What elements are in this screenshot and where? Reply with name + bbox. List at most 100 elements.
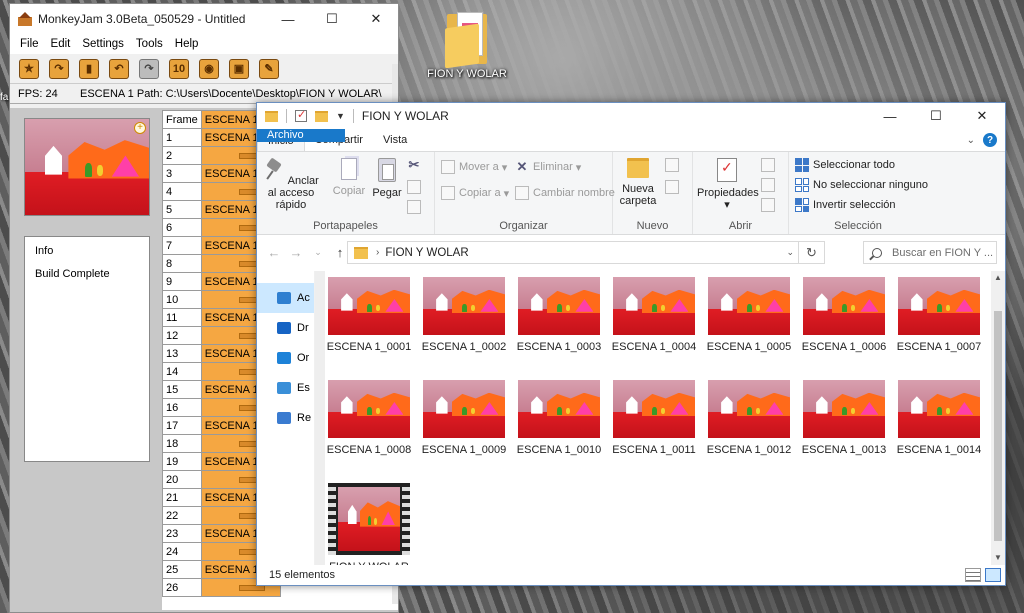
- select-all-button[interactable]: Seleccionar todo: [795, 158, 895, 172]
- minimize-button[interactable]: —: [867, 103, 913, 129]
- group-organizar: Mover a ▾ Copiar a ▾ ✕ Eliminar ▾ Cambiar…: [435, 152, 615, 234]
- refresh-icon[interactable]: ↻: [798, 242, 824, 263]
- status-line: FPS: 24 ESCENA 1 Path: C:\Users\Docente\…: [10, 84, 398, 104]
- paste-button[interactable]: Pegar: [369, 158, 405, 199]
- edit-button[interactable]: [761, 178, 779, 192]
- pin-quick-access-button[interactable]: Anclar al acceso rápido: [263, 158, 319, 211]
- history-button[interactable]: [761, 198, 779, 212]
- undo-button[interactable]: ↶: [106, 57, 132, 81]
- tab-vista[interactable]: Vista: [373, 129, 417, 151]
- easy-access-button[interactable]: [665, 180, 683, 194]
- nav-item[interactable]: Re: [257, 403, 314, 433]
- scroll-down-icon[interactable]: ▼: [991, 551, 1005, 565]
- save-button[interactable]: ▮: [76, 57, 102, 81]
- file-name: ESCENA 1_0006: [801, 341, 887, 353]
- file-item[interactable]: ESCENA 1_0001: [325, 277, 413, 354]
- nav-item[interactable]: Es: [257, 373, 314, 403]
- cut-button[interactable]: ✂: [407, 158, 425, 172]
- preview-thumbnail[interactable]: +: [24, 118, 150, 216]
- folder-icon: [354, 246, 368, 259]
- new-folder-button[interactable]: Nueva carpeta: [615, 158, 661, 207]
- file-item[interactable]: ESCENA 1_0012: [705, 380, 793, 457]
- menu-help[interactable]: Help: [169, 38, 205, 50]
- open-button[interactable]: ↷: [46, 57, 72, 81]
- chevron-down-icon[interactable]: ▼: [336, 111, 345, 121]
- delete-button[interactable]: ✕ Eliminar ▾: [515, 160, 582, 174]
- new-scene-button[interactable]: ✯: [16, 57, 42, 81]
- maximize-button[interactable]: ☐: [310, 4, 354, 34]
- file-item[interactable]: ESCENA 1_0009: [420, 380, 508, 457]
- image-thumbnail: [708, 380, 790, 438]
- search-input[interactable]: Buscar en FION Y ...: [863, 241, 997, 264]
- recent-chevron-icon[interactable]: ⌄: [307, 247, 329, 258]
- menu-edit[interactable]: Edit: [45, 38, 77, 50]
- menu-tools[interactable]: Tools: [130, 38, 169, 50]
- file-item[interactable]: ESCENA 1_0010: [515, 380, 603, 457]
- rename-button[interactable]: Cambiar nombre: [515, 186, 615, 200]
- breadcrumb-folder[interactable]: FION Y WOLAR: [385, 247, 468, 259]
- select-all-label: Seleccionar todo: [813, 159, 895, 171]
- maximize-button[interactable]: ☐: [913, 103, 959, 129]
- paste-shortcut-icon: [407, 200, 421, 214]
- frame-number: 24: [162, 542, 202, 561]
- open-button[interactable]: [761, 158, 779, 172]
- close-button[interactable]: ✕: [959, 103, 1005, 129]
- help-icon[interactable]: ?: [983, 133, 997, 147]
- select-none-button[interactable]: No seleccionar ninguno: [795, 178, 928, 192]
- new-folder-quick-icon[interactable]: [315, 110, 328, 122]
- back-arrow-icon[interactable]: ←: [263, 245, 285, 260]
- add-icon[interactable]: +: [134, 122, 146, 134]
- group-label-seleccion: Selección: [834, 220, 882, 232]
- dropbox-icon: [277, 322, 291, 334]
- file-item[interactable]: ESCENA 1_0008: [325, 380, 413, 457]
- file-item[interactable]: ESCENA 1_0007: [895, 277, 983, 354]
- large-icons-view-icon[interactable]: [985, 568, 1001, 582]
- stamp-button[interactable]: ▣: [226, 57, 252, 81]
- address-dropdown-icon[interactable]: ⌄: [786, 247, 794, 258]
- nav-pane-divider[interactable]: [315, 271, 325, 565]
- properties-quick-icon[interactable]: [295, 108, 307, 122]
- video-thumbnail: [328, 483, 410, 555]
- scroll-up-icon[interactable]: ▲: [991, 271, 1005, 285]
- file-item[interactable]: ESCENA 1_0002: [420, 277, 508, 354]
- forward-arrow-icon[interactable]: →: [285, 245, 307, 260]
- file-item[interactable]: ESCENA 1_0011: [610, 380, 698, 457]
- minimize-button[interactable]: —: [266, 4, 310, 34]
- paste-shortcut-button[interactable]: [407, 200, 425, 214]
- explorer-titlebar[interactable]: ▼ FION Y WOLAR — ☐ ✕: [257, 103, 1005, 129]
- frame-number: 25: [162, 560, 202, 579]
- file-item[interactable]: ESCENA 1_0004: [610, 277, 698, 354]
- nav-item[interactable]: Or: [257, 343, 314, 373]
- capture-button[interactable]: ◉: [196, 57, 222, 81]
- monkeyjam-titlebar[interactable]: MonkeyJam 3.0Beta_050529 - Untitled — ☐ …: [10, 4, 398, 34]
- desktop-folder-icon[interactable]: FION Y WOLAR: [424, 6, 510, 80]
- scrollbar-thumb[interactable]: [994, 311, 1002, 541]
- breadcrumb-chevron-icon[interactable]: ›: [376, 247, 379, 258]
- skip-10-button[interactable]: 10: [166, 57, 192, 81]
- copy-to-button[interactable]: Copiar a ▾: [441, 186, 509, 200]
- file-item[interactable]: ESCENA 1_0003: [515, 277, 603, 354]
- redo-button[interactable]: ↷: [136, 57, 162, 81]
- menu-file[interactable]: File: [14, 38, 45, 50]
- properties-button[interactable]: Propiedades▾: [697, 158, 759, 211]
- file-name: ESCENA 1_0003: [516, 341, 602, 353]
- copy-button[interactable]: Copiar: [327, 158, 371, 197]
- address-bar[interactable]: › FION Y WOLAR ⌄ ↻: [347, 241, 825, 264]
- tab-archivo[interactable]: Archivo: [257, 129, 345, 142]
- file-item[interactable]: ESCENA 1_0006: [800, 277, 888, 354]
- film-strip-icon: [328, 483, 410, 555]
- file-item[interactable]: ESCENA 1_0013: [800, 380, 888, 457]
- explorer-scrollbar[interactable]: ▲ ▼: [991, 271, 1005, 565]
- copy-path-button[interactable]: [407, 180, 425, 194]
- nav-item[interactable]: Ac: [257, 283, 314, 313]
- nav-item[interactable]: Dr: [257, 313, 314, 343]
- move-to-button[interactable]: Mover a ▾: [441, 160, 507, 174]
- close-button[interactable]: ✕: [354, 4, 398, 34]
- file-item[interactable]: ESCENA 1_0005: [705, 277, 793, 354]
- invert-selection-button[interactable]: Invertir selección: [795, 198, 896, 212]
- details-view-icon[interactable]: [965, 568, 981, 582]
- menu-settings[interactable]: Settings: [76, 38, 130, 50]
- file-item[interactable]: ESCENA 1_0014: [895, 380, 983, 457]
- paint-button[interactable]: ✎: [256, 57, 282, 81]
- new-item-button[interactable]: [665, 158, 683, 172]
